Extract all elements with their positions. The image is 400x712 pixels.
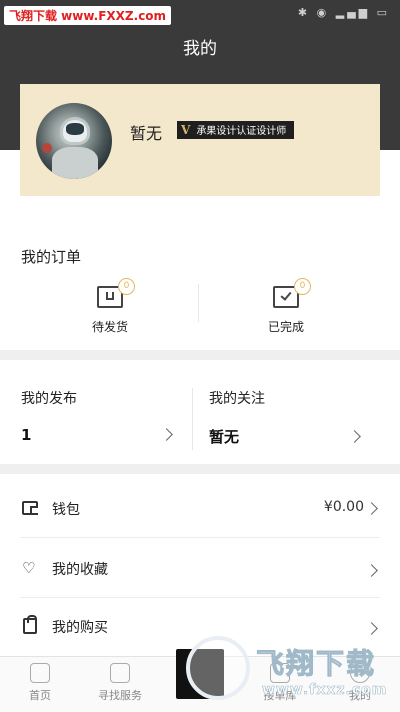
menu-row-wallet[interactable]: 钱包 ¥0.00 bbox=[0, 480, 400, 538]
my-follow-panel[interactable]: 我的关注 暂无 bbox=[193, 360, 400, 464]
follow-value: 暂无 bbox=[209, 428, 240, 446]
center-action-button[interactable] bbox=[176, 649, 224, 699]
menu-row-purchases[interactable]: 我的购买 bbox=[0, 598, 400, 656]
tab-label: 我的 bbox=[349, 689, 371, 702]
order-count-badge: 0 bbox=[294, 278, 311, 295]
orders-section-title: 我的订单 bbox=[21, 248, 82, 266]
row-divider bbox=[20, 537, 380, 538]
user-icon bbox=[350, 663, 370, 683]
section-gap bbox=[0, 464, 400, 474]
box-icon: 0 bbox=[97, 278, 135, 308]
chevron-right-icon bbox=[365, 564, 378, 577]
tab-home[interactable]: 首页 bbox=[0, 663, 80, 703]
status-icons: ✱ ◉ ▂▄▆ ▭ bbox=[297, 6, 390, 19]
briefcase-icon bbox=[110, 663, 130, 683]
section-gap bbox=[0, 350, 400, 360]
designer-badge: V 承果设计认证设计师 bbox=[177, 121, 295, 139]
tab-mine[interactable]: 我的 bbox=[320, 663, 400, 703]
menu-label: 我的收藏 bbox=[52, 562, 108, 578]
wallet-balance: ¥0.00 bbox=[323, 499, 364, 515]
checked-box-icon: 0 bbox=[273, 278, 311, 308]
chevron-right-icon bbox=[348, 430, 361, 443]
bottom-tab-bar: 首页 寻找服务 接单库 我的 bbox=[0, 649, 400, 712]
flower-shape bbox=[42, 143, 52, 153]
list-icon bbox=[270, 663, 290, 683]
username: 暂无 bbox=[130, 124, 163, 143]
chevron-right-icon bbox=[365, 502, 378, 515]
order-count-badge: 0 bbox=[118, 278, 135, 295]
badge-text: 承果设计认证设计师 bbox=[196, 126, 287, 137]
status-bar: 飞翔下载 www.FXXZ.com ✱ ◉ ▂▄▆ ▭ bbox=[0, 0, 400, 25]
avatar[interactable] bbox=[36, 103, 112, 179]
divider bbox=[198, 284, 199, 322]
my-publish-panel[interactable]: 我的发布 1 bbox=[0, 360, 192, 464]
menu-label: 我的购买 bbox=[52, 620, 108, 636]
badge-v-mark: V bbox=[181, 123, 191, 137]
tab-find-service[interactable]: 寻找服务 bbox=[80, 663, 160, 703]
astronaut-visor-shape bbox=[66, 123, 84, 135]
astronaut-body-shape bbox=[52, 147, 98, 179]
publish-title: 我的发布 bbox=[21, 391, 77, 407]
wallet-icon bbox=[22, 501, 38, 515]
follow-title: 我的关注 bbox=[209, 391, 265, 407]
bag-icon bbox=[23, 615, 37, 634]
tab-label: 接单库 bbox=[263, 689, 297, 702]
order-item-completed[interactable]: 0 已完成 bbox=[236, 278, 336, 335]
order-item-pending-shipment[interactable]: 0 待发货 bbox=[60, 278, 160, 335]
page-title: 我的 bbox=[183, 39, 217, 59]
profile-card[interactable]: 暂无 V 承果设计认证设计师 bbox=[20, 84, 380, 196]
watermark-label: 飞翔下载 www.FXXZ.com bbox=[4, 6, 172, 25]
tab-order-library[interactable]: 接单库 bbox=[240, 663, 320, 703]
menu-row-favorites[interactable]: ♡ 我的收藏 bbox=[0, 540, 400, 598]
chevron-right-icon bbox=[365, 622, 378, 635]
chevron-right-icon bbox=[160, 428, 173, 441]
tab-label: 首页 bbox=[29, 689, 51, 702]
order-label: 待发货 bbox=[91, 320, 128, 334]
order-label: 已完成 bbox=[267, 320, 304, 334]
heart-icon: ♡ bbox=[22, 559, 36, 577]
publish-count: 1 bbox=[21, 426, 32, 444]
tab-label: 寻找服务 bbox=[98, 689, 142, 702]
home-icon bbox=[30, 663, 50, 683]
menu-label: 钱包 bbox=[52, 502, 80, 518]
